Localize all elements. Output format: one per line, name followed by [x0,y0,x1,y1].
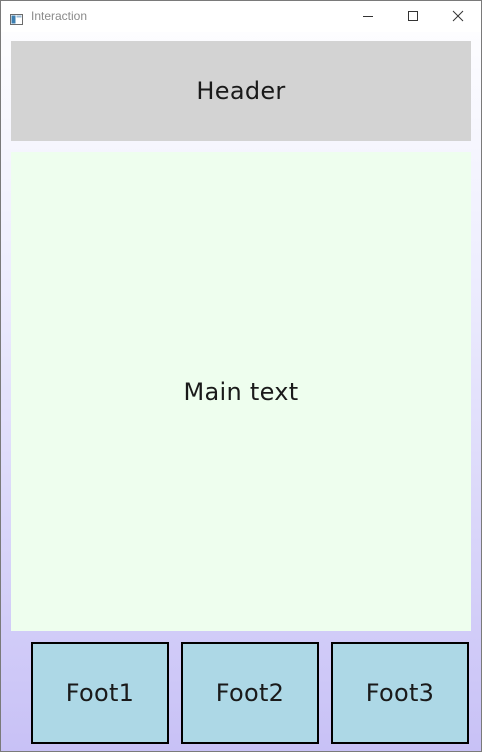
title-bar[interactable]: Interaction [1,1,481,32]
app-icon [10,10,23,25]
minimize-icon [363,16,373,17]
minimize-button[interactable] [345,1,391,32]
foot3-label: Foot3 [365,679,435,707]
maximize-button[interactable] [390,1,436,32]
close-button[interactable] [435,1,481,32]
foot2-label: Foot2 [215,679,285,707]
main-text: Main text [183,377,299,406]
foot2-button[interactable]: Foot2 [181,642,319,744]
close-icon [452,10,464,22]
header-panel: Header [11,41,471,141]
maximize-icon [408,11,418,21]
foot1-label: Foot1 [65,679,135,707]
foot1-button[interactable]: Foot1 [31,642,169,744]
foot3-button[interactable]: Foot3 [331,642,469,744]
main-panel: Main text [11,152,471,631]
window-title: Interaction [31,9,88,23]
header-text: Header [196,77,286,105]
app-window: Interaction Header Main text Foot1 Foot2 [0,0,482,752]
